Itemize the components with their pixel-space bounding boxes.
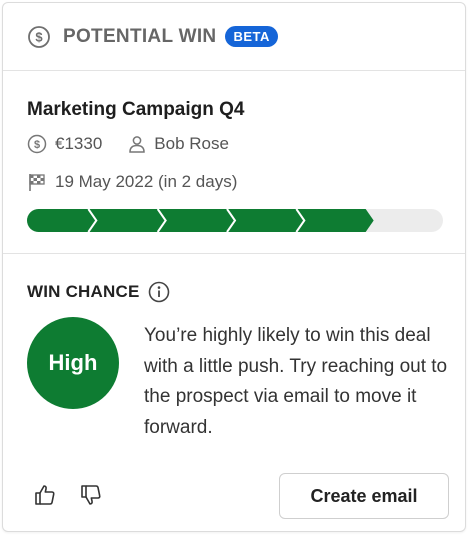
dollar-circle-icon: $ <box>27 25 51 49</box>
deal-stage-progress <box>27 209 443 232</box>
info-icon[interactable] <box>148 281 170 303</box>
card-header: $ POTENTIAL WIN BETA <box>3 3 465 71</box>
deal-section: Marketing Campaign Q4 $ €1330 Bob Rose 1… <box>3 71 465 254</box>
dollar-circle-icon: $ <box>27 134 47 154</box>
progress-fill <box>27 209 374 232</box>
win-chance-title: WIN CHANCE <box>27 282 140 301</box>
deal-name: Marketing Campaign Q4 <box>27 99 245 120</box>
potential-win-card: $ POTENTIAL WIN BETA Marketing Campaign … <box>2 2 466 532</box>
deal-close-date: 19 May 2022 (in 2 days) <box>55 172 238 191</box>
win-chance-heading: WIN CHANCE <box>27 281 170 303</box>
svg-text:$: $ <box>35 29 43 44</box>
deal-date-row: 19 May 2022 (in 2 days) <box>27 172 237 192</box>
win-chance-level: High <box>27 317 119 409</box>
thumbs-down-icon[interactable] <box>79 483 103 507</box>
thumbs-up-icon[interactable] <box>33 483 57 507</box>
deal-owner: Bob Rose <box>154 134 229 153</box>
create-email-button[interactable]: Create email <box>279 473 449 519</box>
deal-meta-row: $ €1330 Bob Rose <box>27 134 229 154</box>
checkered-flag-icon <box>27 172 47 192</box>
win-chance-advice: You’re highly likely to win this deal wi… <box>144 325 448 438</box>
card-title: POTENTIAL WIN <box>63 25 217 47</box>
user-icon <box>128 135 146 153</box>
svg-text:$: $ <box>34 139 40 151</box>
deal-amount: €1330 <box>55 134 103 153</box>
beta-badge: BETA <box>225 26 278 47</box>
